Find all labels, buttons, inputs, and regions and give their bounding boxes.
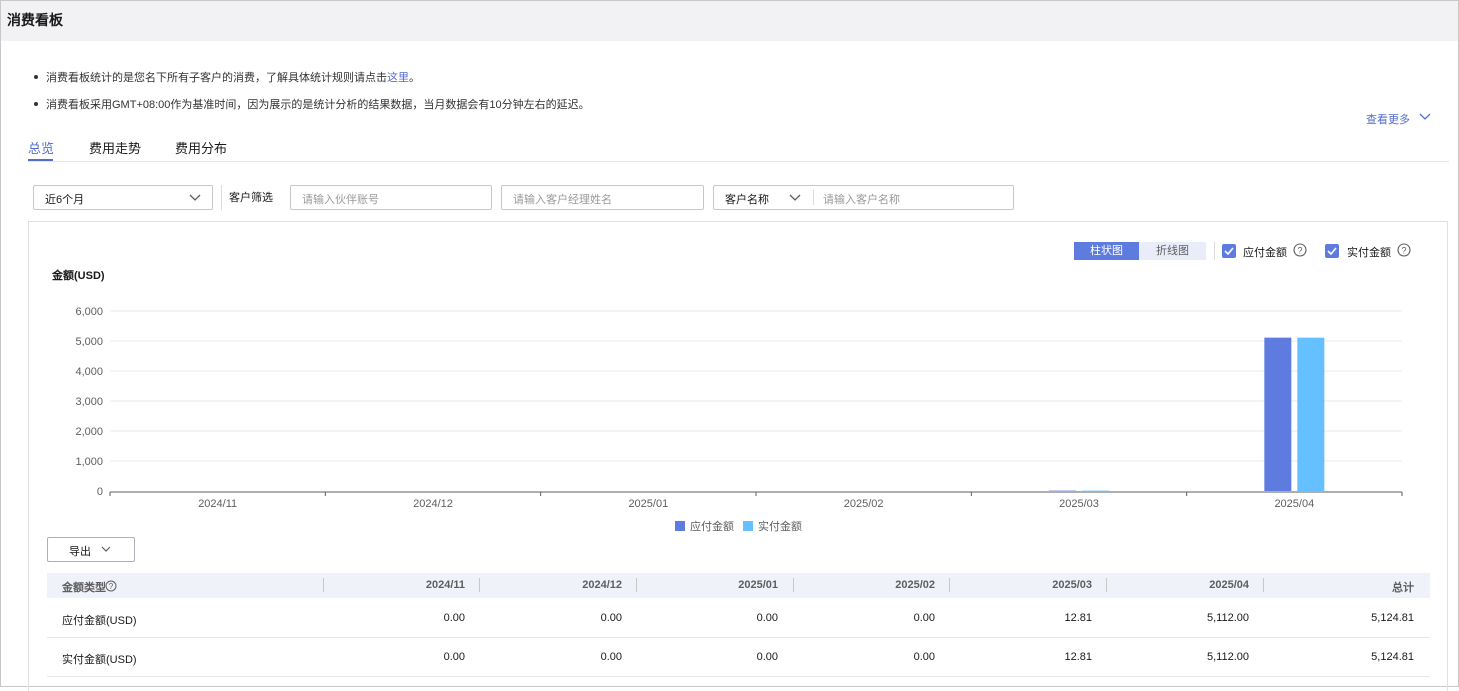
header-separator bbox=[1106, 578, 1107, 592]
column-header: 总计 bbox=[1392, 579, 1414, 595]
header-separator bbox=[323, 578, 324, 592]
legend-label: 实付金额 bbox=[758, 519, 802, 533]
column-header: 2025/01 bbox=[738, 579, 778, 591]
table-cell: 0.00 bbox=[444, 612, 465, 624]
column-header: 2025/02 bbox=[895, 579, 935, 591]
row-divider bbox=[47, 637, 1430, 638]
x-tick-label: 2025/04 bbox=[1274, 498, 1314, 510]
table-cell: 0.00 bbox=[601, 651, 622, 663]
table-cell: 12.81 bbox=[1064, 651, 1092, 663]
bar bbox=[1264, 338, 1291, 491]
y-tick-label: 3,000 bbox=[75, 396, 103, 408]
help-icon[interactable]: ? bbox=[105, 580, 117, 592]
column-header: 2024/11 bbox=[426, 579, 465, 591]
x-tick-label: 2025/03 bbox=[1059, 498, 1099, 510]
svg-text:?: ? bbox=[109, 582, 114, 591]
column-header: 2025/03 bbox=[1052, 579, 1092, 591]
legend-label: 应付金额 bbox=[690, 519, 734, 533]
cost-bar-chart: 金额(USD) 0 1,000 2,000 3,000 4,000 5,000 6,000 20… bbox=[0, 0, 1459, 540]
table-cell: 0.00 bbox=[601, 612, 622, 624]
y-axis-label: 金额(USD) bbox=[51, 268, 105, 282]
table-cell: 12.81 bbox=[1064, 612, 1092, 624]
x-tick-label: 2025/02 bbox=[844, 498, 884, 510]
table-cell: 0.00 bbox=[444, 651, 465, 663]
column-header: 2025/04 bbox=[1209, 579, 1249, 591]
table-cell: 0.00 bbox=[757, 612, 778, 624]
x-tick-label: 2025/01 bbox=[628, 498, 668, 510]
row-label: 实付金额(USD) bbox=[62, 651, 137, 667]
legend-swatch bbox=[675, 521, 685, 531]
header-separator bbox=[479, 578, 480, 592]
table-cell: 0.00 bbox=[914, 651, 935, 663]
row-label: 应付金额(USD) bbox=[62, 612, 137, 628]
y-tick-label: 5,000 bbox=[75, 336, 103, 348]
bar bbox=[1297, 338, 1324, 491]
column-header: 2024/12 bbox=[582, 579, 622, 591]
x-tick-label: 2024/11 bbox=[198, 498, 237, 510]
y-tick-label: 0 bbox=[97, 486, 103, 498]
table-cell: 0.00 bbox=[757, 651, 778, 663]
legend-swatch bbox=[743, 521, 753, 531]
header-separator bbox=[1263, 578, 1264, 592]
x-tick-label: 2024/12 bbox=[413, 498, 453, 510]
table-cell: 5,112.00 bbox=[1207, 651, 1249, 663]
header-separator bbox=[949, 578, 950, 592]
table-cell: 5,124.81 bbox=[1371, 651, 1414, 663]
export-button-label: 导出 bbox=[69, 543, 91, 559]
header-separator bbox=[636, 578, 637, 592]
table-cell: 0.00 bbox=[914, 612, 935, 624]
table-cell: 5,124.81 bbox=[1371, 612, 1414, 624]
y-tick-label: 4,000 bbox=[75, 366, 103, 378]
row-divider bbox=[47, 676, 1430, 677]
chevron-down-icon bbox=[101, 546, 111, 553]
table-cell: 5,112.00 bbox=[1207, 612, 1249, 624]
column-header: 金额类型 bbox=[62, 579, 106, 595]
y-tick-label: 1,000 bbox=[75, 456, 103, 468]
y-tick-label: 6,000 bbox=[75, 306, 103, 318]
y-tick-label: 2,000 bbox=[75, 426, 103, 438]
export-button[interactable]: 导出 bbox=[47, 537, 135, 562]
header-separator bbox=[793, 578, 794, 592]
